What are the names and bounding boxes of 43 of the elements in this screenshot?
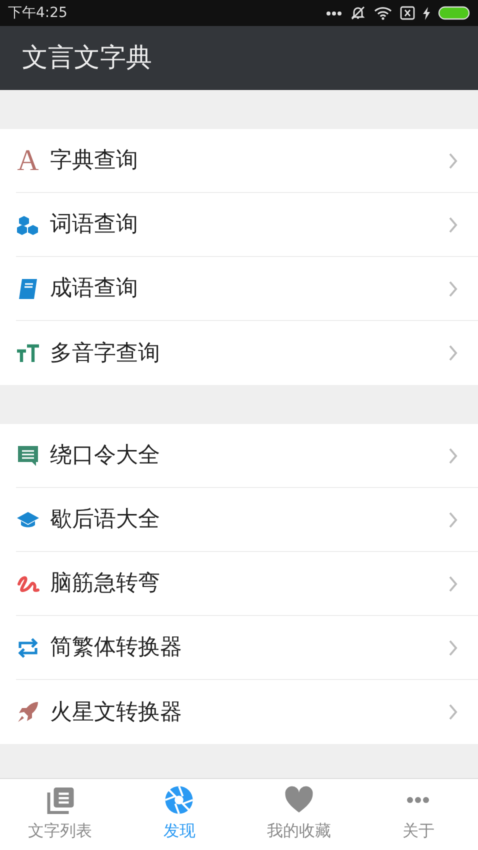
book-icon [16, 276, 40, 300]
chevron-right-icon [448, 703, 458, 721]
status-time: 下午4:25 [8, 4, 68, 22]
menu-item[interactable]: 多音字查询 [16, 321, 478, 385]
menu-label: 简繁体转换器 [50, 634, 183, 662]
chevron-right-icon [448, 510, 458, 528]
chevron-right-icon [448, 344, 458, 362]
wifi-icon [374, 6, 392, 20]
chevron-right-icon [448, 216, 458, 234]
app-title: 文言文字典 [22, 42, 152, 74]
chevron-right-icon [448, 574, 458, 592]
menu-item[interactable]: 成语查询 [16, 257, 478, 321]
menu-item[interactable]: A 字典查询 [16, 129, 478, 193]
menu-label: 字典查询 [50, 147, 139, 175]
menu-label: 多音字查询 [50, 340, 161, 368]
chevron-right-icon [448, 638, 458, 656]
chevron-right-icon [448, 280, 458, 298]
menu-label: 脑筋急转弯 [50, 570, 161, 598]
menu-label: 绕口令大全 [50, 442, 161, 470]
sim-icon [400, 6, 415, 20]
list-icon [44, 785, 75, 815]
menu-item[interactable]: 绕口令大全 [16, 424, 478, 488]
battery-icon [438, 6, 470, 20]
chat-icon [16, 444, 40, 468]
letter-icon: A [16, 148, 40, 172]
menu-label: 歇后语大全 [50, 506, 161, 534]
charging-icon [423, 6, 430, 20]
more-dots-icon [326, 10, 342, 16]
menu-label: 火星文转换器 [50, 698, 183, 726]
aperture-icon [164, 785, 194, 815]
menu-label: 成语查询 [50, 275, 139, 303]
menu-label: 词语查询 [50, 211, 139, 239]
heart-icon [284, 785, 314, 815]
menu-item[interactable]: 歇后语大全 [16, 488, 478, 552]
menu-item[interactable]: 词语查询 [16, 193, 478, 257]
menu-item[interactable]: 火星文转换器 [16, 680, 478, 744]
rocket-icon [16, 700, 40, 724]
chevron-right-icon [448, 446, 458, 464]
menu-item[interactable]: 简繁体转换器 [16, 616, 478, 680]
muted-bell-icon [350, 5, 366, 21]
swap-arrows-icon [16, 636, 40, 660]
menu-item[interactable]: 脑筋急转弯 [16, 552, 478, 616]
chevron-right-icon [448, 152, 458, 170]
